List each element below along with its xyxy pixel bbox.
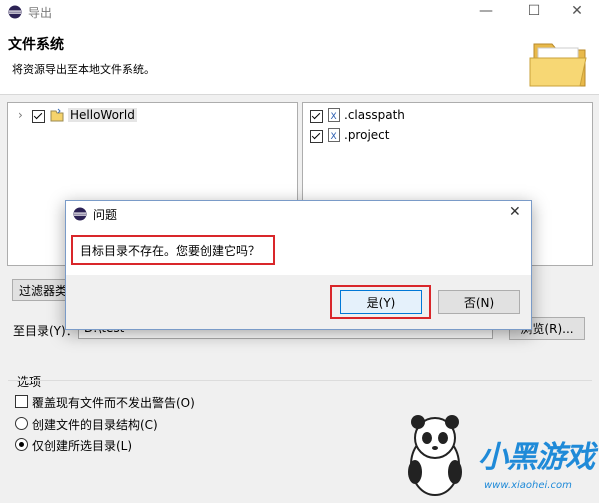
helloworld-checkbox[interactable] [32,110,45,123]
wizard-header: 文件系统 将资源导出至本地文件系统。 [0,24,599,95]
create-dirs-radio[interactable] [15,417,28,430]
options-divider [8,380,592,381]
watermark-logo: 小黑游戏 www.xiaohei.com [400,410,599,503]
maximize-button[interactable]: ☐ [512,0,556,24]
project-folder-icon [50,108,64,122]
eclipse-app-icon [8,5,22,19]
tree-item-label[interactable]: HelloWorld [68,108,137,122]
window-titlebar: 导出 — ☐ ✕ [0,0,599,24]
close-button[interactable]: ✕ [555,0,599,24]
options-group-label: 选项 [17,375,42,389]
xml-file-icon: X [328,108,340,122]
list-item[interactable]: .project [344,128,389,142]
question-dialog: 问题 ✕ 目标目录不存在。您要创建它吗？ 是(Y) 否(N) [65,200,532,330]
watermark-text: 小黑游戏 [478,440,595,475]
page-title: 文件系统 [8,37,64,53]
dialog-close-icon[interactable]: ✕ [509,204,521,220]
folder-icon [529,43,587,87]
list-item[interactable]: .classpath [344,108,405,122]
dialog-title: 问题 [93,208,118,222]
page-subtitle: 将资源导出至本地文件系统。 [12,63,155,76]
svg-text:X: X [331,112,337,122]
no-button[interactable]: 否(N) [438,290,520,314]
window-title: 导出 [28,6,53,20]
xml-file-icon: X [328,128,340,142]
overwrite-checkbox[interactable] [15,395,28,408]
expand-arrow-icon[interactable]: › [18,108,23,122]
dialog-titlebar: 问题 ✕ [66,201,531,227]
watermark-url: www.xiaohei.com [484,480,572,491]
svg-text:X: X [331,132,337,142]
classpath-checkbox[interactable] [310,110,323,123]
eclipse-app-icon [73,207,87,221]
panda-logo-icon [408,415,462,496]
create-selected-label[interactable]: 仅创建所选目录(L) [32,437,132,454]
dialog-message: 目标目录不存在。您要创建它吗？ [80,244,261,258]
minimize-button[interactable]: — [464,0,508,24]
create-selected-radio[interactable] [15,438,28,451]
overwrite-label[interactable]: 覆盖现有文件而不发出警告(O) [32,394,195,411]
dialog-body: 目标目录不存在。您要创建它吗？ [66,227,531,275]
yes-button[interactable]: 是(Y) [340,290,422,314]
create-dirs-label[interactable]: 创建文件的目录结构(C) [32,416,158,433]
project-checkbox[interactable] [310,130,323,143]
